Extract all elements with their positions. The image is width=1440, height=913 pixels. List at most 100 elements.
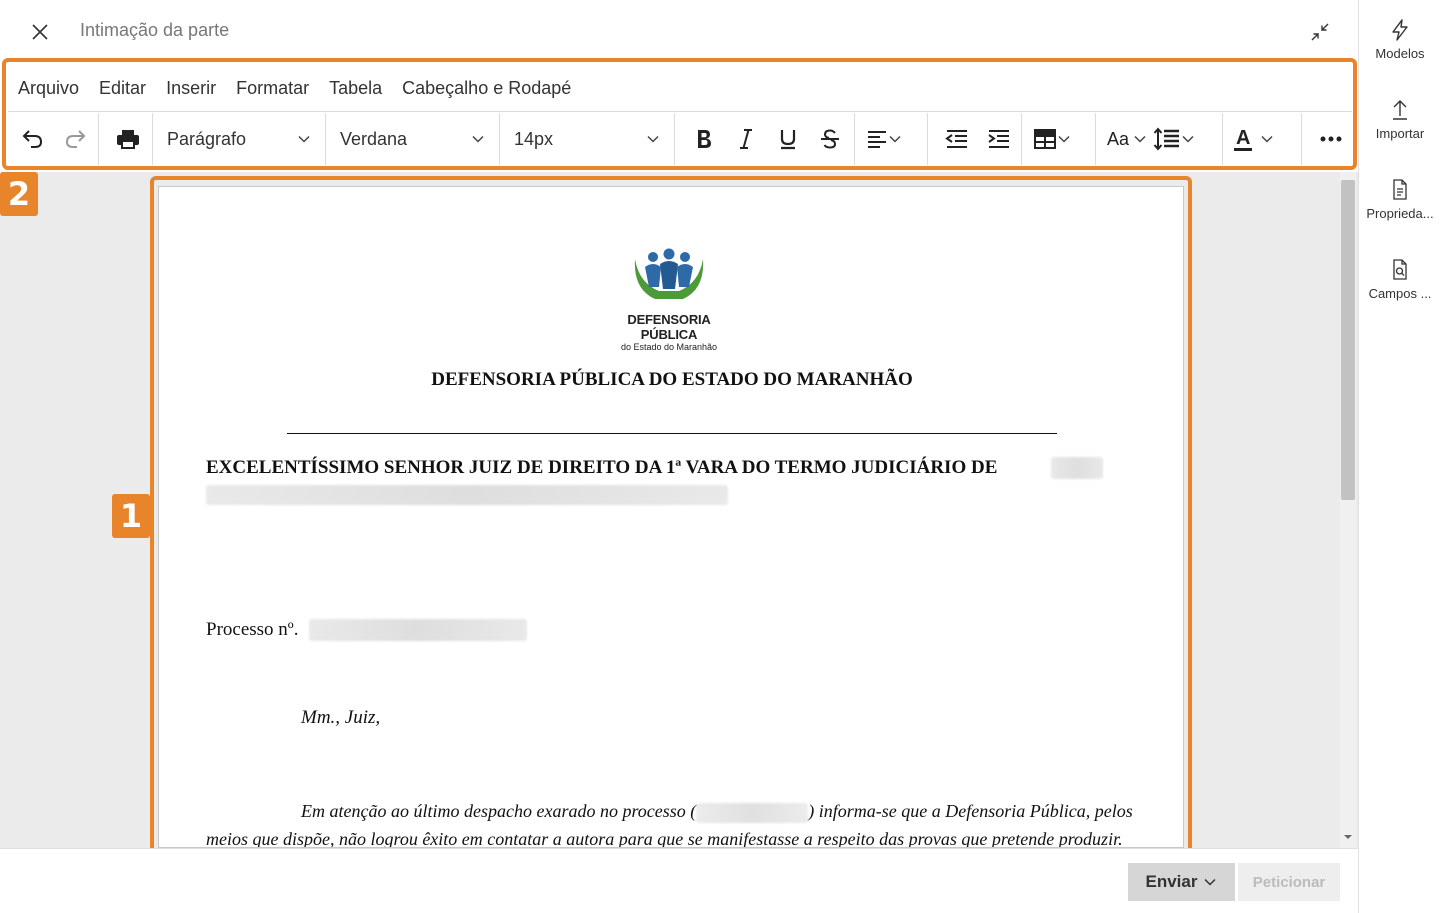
table-icon [1034, 129, 1056, 149]
paragraph-start: Em atenção ao último despacho exarado no… [301, 801, 697, 821]
send-button-label: Enviar [1145, 872, 1198, 891]
scrollbar-thumb[interactable] [1341, 180, 1355, 500]
italic-icon [740, 129, 752, 149]
scroll-down-icon[interactable] [1342, 832, 1354, 842]
more-group [1302, 113, 1352, 165]
redacted-process-number [309, 619, 527, 641]
document-divider [287, 433, 1057, 434]
font-size-group: 14px [500, 113, 675, 165]
align-group [855, 113, 928, 165]
toolbar-callout-badge: 2 [0, 172, 38, 216]
text-color-select[interactable]: A [1234, 121, 1274, 157]
document-search-icon [1393, 259, 1407, 280]
outdent-button[interactable] [939, 121, 975, 157]
chevron-down-icon [1182, 135, 1194, 143]
redo-button[interactable] [57, 121, 93, 157]
font-family-select[interactable]: Verdana [334, 119, 491, 159]
text-style-group [675, 113, 855, 165]
chevron-down-icon [298, 135, 310, 143]
block-format-select[interactable]: Parágrafo [161, 119, 317, 159]
sidebar-item-propriedades[interactable]: Proprieda... [1359, 178, 1440, 238]
document-properties-icon [1393, 179, 1407, 200]
underline-button[interactable] [770, 121, 806, 157]
more-button[interactable] [1313, 121, 1349, 157]
collapse-button[interactable] [1306, 18, 1334, 46]
redacted-text [206, 485, 728, 505]
font-family-group: Verdana [326, 113, 500, 165]
bold-button[interactable] [686, 121, 722, 157]
chevron-down-icon [472, 135, 484, 143]
close-icon [32, 24, 48, 40]
indent-group [928, 113, 1022, 165]
line-height-select[interactable] [1153, 121, 1195, 157]
sidebar-item-label: Importar [1375, 126, 1425, 141]
indent-button[interactable] [981, 121, 1017, 157]
print-button[interactable] [110, 121, 146, 157]
align-select[interactable] [866, 121, 902, 157]
underline-icon [780, 130, 796, 150]
font-case-line-height-group: Aa [1096, 113, 1223, 165]
redo-icon [65, 130, 86, 148]
undo-button[interactable] [15, 121, 51, 157]
menu-inserir[interactable]: Inserir [166, 78, 216, 99]
sidebar-item-modelos[interactable]: Modelos [1359, 18, 1440, 78]
logo-title: DEFENSORIA PÚBLICA [627, 312, 711, 342]
sidebar-item-importar[interactable]: Importar [1359, 98, 1440, 158]
chevron-down-icon [1134, 135, 1146, 143]
undo-icon [22, 130, 43, 148]
block-format-value: Parágrafo [167, 128, 247, 149]
formatting-toolbar: Parágrafo Verdana 14px Aa A [8, 113, 1352, 165]
menu-editar[interactable]: Editar [99, 78, 146, 99]
align-left-icon [868, 131, 886, 148]
document-addressee: EXCELENTÍSSIMO SENHOR JUIZ DE DIREITO DA… [206, 457, 998, 478]
document-page[interactable]: DEFENSORIA PÚBLICA do Estado do Maranhão… [158, 186, 1184, 848]
right-sidebar: Modelos Importar Proprieda... Campos ... [1358, 0, 1440, 913]
print-icon [117, 130, 139, 149]
text-color-group: A [1223, 113, 1302, 165]
history-group [8, 113, 99, 165]
menu-cabecalho-rodape[interactable]: Cabeçalho e Rodapé [402, 78, 571, 99]
strikethrough-button[interactable] [812, 121, 848, 157]
collapse-icon [1311, 23, 1329, 41]
bold-icon [698, 130, 711, 148]
document-callout-badge: 1 [112, 494, 150, 538]
menu-bar: Arquivo Editar Inserir Formatar Tabela C… [8, 66, 1352, 112]
chevron-down-icon [647, 135, 659, 143]
sidebar-item-campos[interactable]: Campos ... [1359, 258, 1440, 318]
redacted-text [1051, 457, 1103, 479]
outdent-icon [945, 130, 967, 148]
send-button[interactable]: Enviar [1128, 863, 1235, 901]
font-family-value: Verdana [340, 128, 408, 149]
font-size-select[interactable]: 14px [508, 119, 666, 159]
menu-tabela[interactable]: Tabela [329, 78, 382, 99]
chevron-down-icon [1204, 878, 1217, 886]
menu-arquivo[interactable]: Arquivo [18, 78, 79, 99]
logo-subtitle: do Estado do Maranhão [620, 342, 718, 352]
sidebar-item-label: Proprieda... [1366, 206, 1434, 221]
table-group [1022, 113, 1096, 165]
defensoria-logo: DEFENSORIA PÚBLICA do Estado do Maranhão [599, 247, 739, 352]
indent-icon [988, 130, 1009, 148]
editor-footer: Enviar Peticionar [0, 848, 1358, 913]
italic-button[interactable] [728, 121, 764, 157]
chevron-down-icon [889, 135, 901, 143]
print-group [99, 113, 153, 165]
menu-formatar[interactable]: Formatar [236, 78, 309, 99]
sidebar-item-label: Campos ... [1368, 286, 1432, 301]
line-height-icon [1153, 127, 1180, 151]
strikethrough-icon [821, 129, 839, 149]
more-icon [1320, 136, 1342, 142]
block-format-group: Parágrafo [153, 113, 326, 165]
logo-people-icon [634, 248, 704, 299]
sidebar-item-label: Modelos [1375, 46, 1425, 61]
close-button[interactable] [26, 18, 54, 46]
redacted-process-id [696, 802, 809, 823]
font-case-label: Aa [1107, 128, 1130, 149]
peticionar-button[interactable]: Peticionar [1238, 863, 1340, 901]
document-paragraph: Em atenção ao último despacho exarado no… [206, 797, 1136, 847]
window-title: Intimação da parte [80, 20, 230, 40]
font-case-select[interactable]: Aa [1107, 121, 1147, 157]
document-process-label: Processo nº. [206, 619, 299, 640]
table-select[interactable] [1033, 121, 1071, 157]
text-color-label: A [1234, 126, 1253, 151]
